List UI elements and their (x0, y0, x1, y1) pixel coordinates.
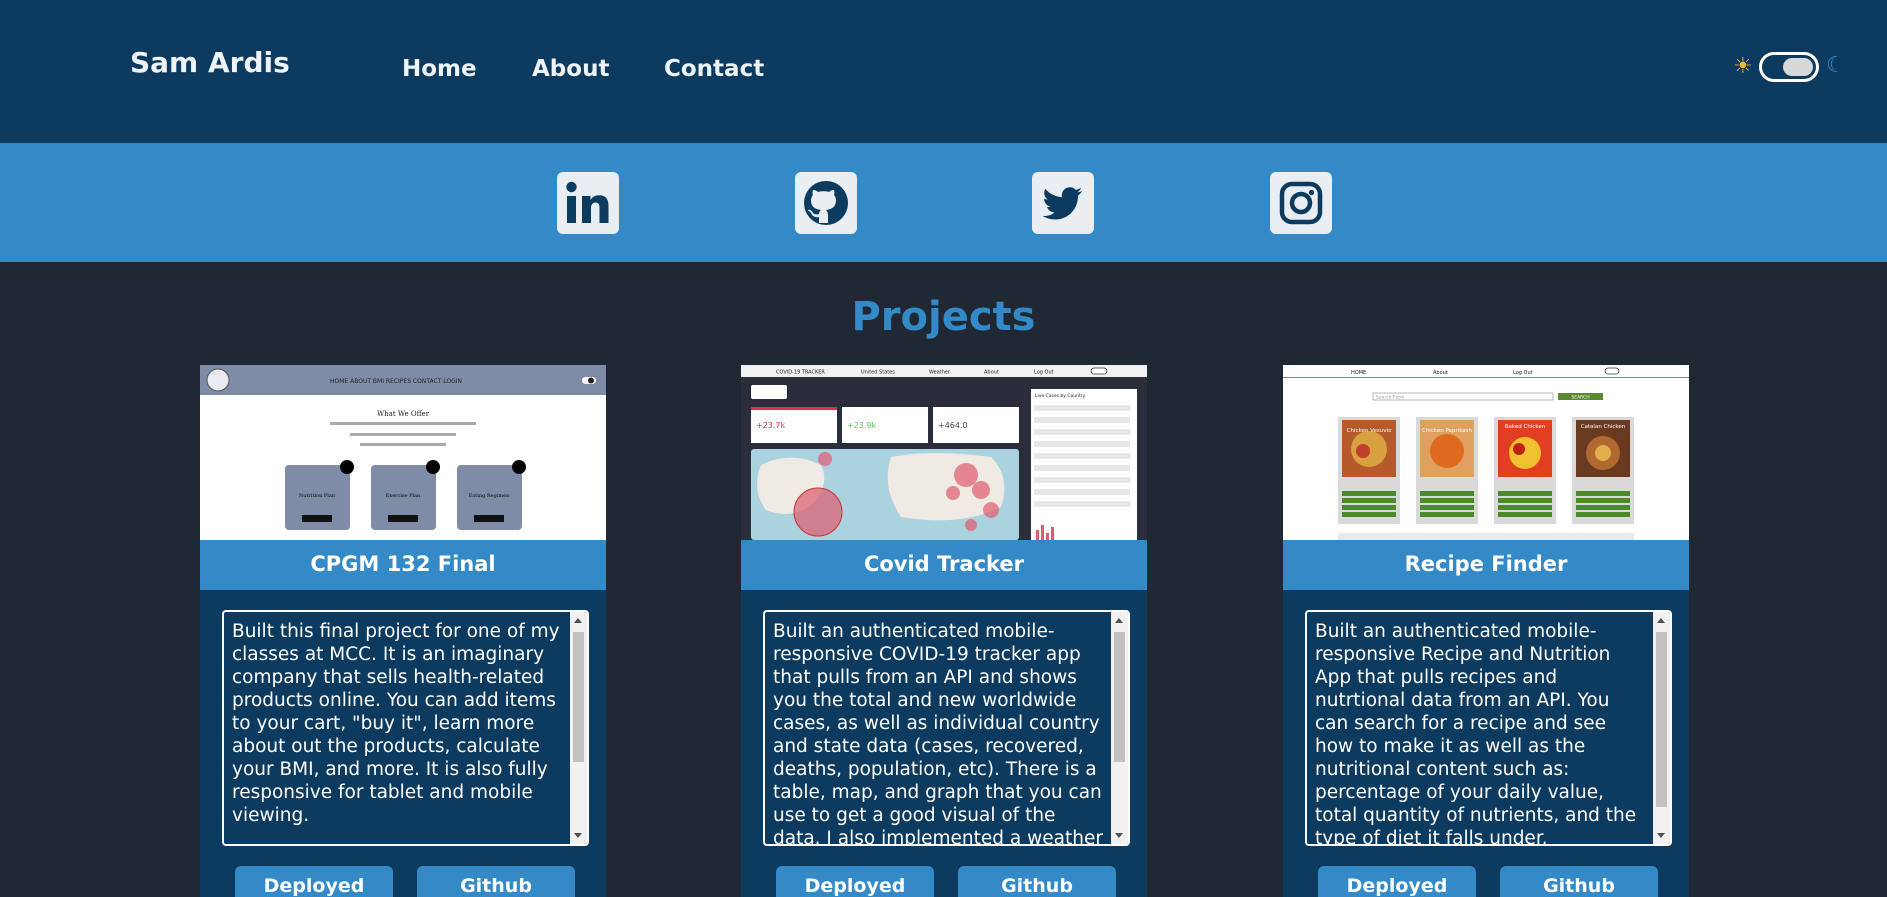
nav-about[interactable]: About (532, 56, 609, 82)
thumb-search: Search Food (1376, 395, 1404, 401)
scrollbar[interactable] (570, 612, 587, 844)
project-title: CPGM 132 Final (200, 540, 606, 590)
moon-icon: ☾ (1826, 53, 1846, 78)
thumb-nav: United States (861, 370, 895, 376)
thumb-nav: About (1433, 370, 1448, 376)
project-description[interactable]: Built this final project for one of my c… (222, 610, 589, 846)
thumb-search-button: SEARCH (1571, 395, 1589, 401)
toggle-knob (1783, 58, 1813, 76)
scroll-up-arrow-icon[interactable] (1115, 618, 1123, 623)
scroll-up-arrow-icon[interactable] (574, 618, 582, 623)
github-button[interactable]: Github (958, 866, 1116, 897)
scroll-thumb[interactable] (1656, 632, 1667, 807)
thumb-stat: +464.0 (938, 421, 968, 430)
thumb-nav: Log Out (1513, 370, 1533, 376)
project-screenshot[interactable]: HOME About Log Out Search Food SEARCH Ch… (1283, 365, 1689, 540)
nav-home[interactable]: Home (402, 56, 477, 82)
deployed-button[interactable]: Deployed (776, 866, 934, 897)
description-text: Built this final project for one of my c… (232, 621, 560, 826)
thumb-heading: What We Offer (377, 410, 430, 418)
thumb-nav: HOME ABOUT BMI RECIPES CONTACT LOGIN (330, 378, 462, 385)
project-card-cpgm: HOME ABOUT BMI RECIPES CONTACT LOGIN Wha… (200, 365, 606, 897)
scroll-down-arrow-icon[interactable] (1657, 833, 1665, 838)
sun-icon: ☀ (1733, 54, 1753, 79)
github-button[interactable]: Github (1500, 866, 1658, 897)
project-title: Recipe Finder (1283, 540, 1689, 590)
theme-toggle[interactable] (1759, 52, 1819, 82)
project-screenshot[interactable]: COVID-19 TRACKER United States Weather A… (741, 365, 1147, 540)
thumb-item: Exercise Plan (386, 493, 421, 499)
instagram-link[interactable] (1270, 172, 1332, 234)
brand-name[interactable]: Sam Ardis (130, 46, 290, 79)
twitter-icon (1042, 187, 1082, 220)
thumb-recipe: Baked Chicken (1505, 424, 1546, 430)
linkedin-link[interactable] (557, 172, 619, 234)
description-text: Built an authenticated mobile-responsive… (1315, 621, 1637, 846)
projects-title: Projects (851, 294, 1036, 340)
instagram-icon (1279, 181, 1323, 225)
project-title: Covid Tracker (741, 540, 1147, 590)
thumb-nav: HOME (1351, 370, 1366, 376)
thumb-nav: Weather (929, 370, 951, 376)
nav-contact[interactable]: Contact (664, 56, 764, 82)
project-screenshot[interactable]: HOME ABOUT BMI RECIPES CONTACT LOGIN Wha… (200, 365, 606, 540)
deployed-button[interactable]: Deployed (235, 866, 393, 897)
github-button[interactable]: Github (417, 866, 575, 897)
github-link[interactable] (795, 172, 857, 234)
github-icon (804, 181, 848, 225)
scrollbar[interactable] (1111, 612, 1128, 844)
linkedin-icon (566, 181, 609, 223)
scrollbar[interactable] (1653, 612, 1670, 844)
thumb-nav: Log Out (1034, 370, 1054, 376)
project-description[interactable]: Built an authenticated mobile-responsive… (763, 610, 1130, 846)
scroll-up-arrow-icon[interactable] (1657, 618, 1665, 623)
thumb-recipe: Chicken Vesuvio (1347, 428, 1392, 434)
scroll-thumb[interactable] (573, 632, 584, 762)
thumb-nav: About (984, 370, 999, 376)
project-card-recipe: HOME About Log Out Search Food SEARCH Ch… (1283, 365, 1689, 897)
description-text: Built an authenticated mobile-responsive… (773, 621, 1103, 846)
thumb-recipe: Catalan Chicken (1581, 424, 1626, 430)
deployed-button[interactable]: Deployed (1318, 866, 1476, 897)
twitter-link[interactable] (1032, 172, 1094, 234)
thumb-item: Nutrition Plan (299, 493, 336, 499)
thumb-nav: COVID-19 TRACKER (776, 370, 825, 376)
scroll-down-arrow-icon[interactable] (574, 833, 582, 838)
project-description[interactable]: Built an authenticated mobile-responsive… (1305, 610, 1672, 846)
social-bar (0, 143, 1887, 262)
scroll-down-arrow-icon[interactable] (1115, 833, 1123, 838)
project-card-covid: COVID-19 TRACKER United States Weather A… (741, 365, 1147, 897)
thumb-stat: +23.9k (847, 421, 877, 430)
scroll-thumb[interactable] (1114, 632, 1125, 762)
thumb-table-title: Live Cases by Country (1035, 393, 1086, 399)
thumb-item: Eating Regimen (469, 493, 510, 499)
site-header: Sam Ardis Home About Contact ☀ ☾ (0, 0, 1887, 143)
thumb-stat: +23.7k (756, 421, 786, 430)
thumb-recipe: Chicken Paprikash (1422, 428, 1473, 434)
